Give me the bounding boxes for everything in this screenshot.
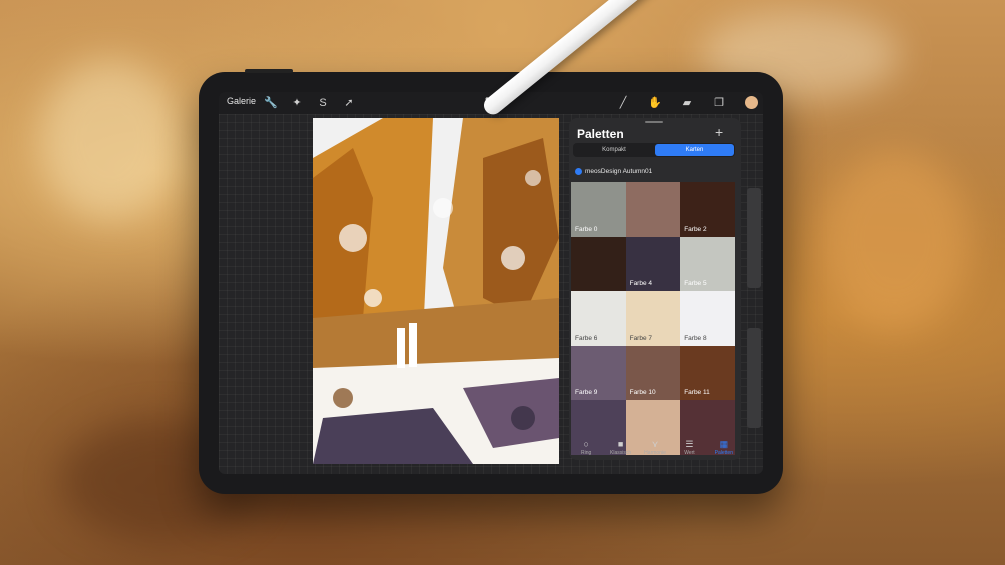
color-swatch[interactable]: [571, 236, 626, 292]
color-swatch[interactable]: Farbe 8: [680, 291, 735, 346]
color-swatch[interactable]: Farbe 5: [680, 236, 735, 292]
tab-wert[interactable]: ☰ Wert: [672, 438, 706, 460]
color-swatch[interactable]: Farbe 10: [625, 345, 681, 401]
brush-icon[interactable]: ╱: [615, 95, 631, 111]
background-blob: [40, 60, 180, 220]
color-swatch[interactable]: [625, 182, 681, 237]
view-mode-toggle: Kompakt Karten: [573, 143, 735, 157]
current-color-swatch[interactable]: [745, 96, 758, 109]
smudge-icon[interactable]: ✋: [647, 95, 663, 111]
swatch-label: Farbe 0: [575, 225, 598, 233]
magic-wand-icon[interactable]: ✦: [289, 95, 305, 111]
artwork-canvas[interactable]: [313, 118, 559, 464]
add-palette-button[interactable]: +: [715, 124, 723, 140]
swatch-label: Farbe 4: [629, 280, 652, 288]
tab-label: Wert: [684, 450, 695, 456]
swatch-grid: Farbe 0 Farbe 2 Farbe 4 Farbe 5 Farbe 6 Farbe…: [571, 182, 735, 455]
tab-ring[interactable]: ○ Ring: [569, 438, 603, 460]
autumn-forest-painting: [313, 118, 559, 464]
background-blob: [820, 150, 970, 330]
swatch-label: Farbe 9: [575, 389, 598, 397]
layers-icon[interactable]: ❐: [711, 95, 727, 111]
ring-icon: ○: [583, 439, 589, 449]
palettes-panel: Paletten + Kompakt Karten meosDesign Aut…: [569, 118, 741, 460]
color-mode-tabs: ○ Ring ■ Klassisch ⋎ Harmonie ☰ Wert ▦ Paletten: [569, 438, 741, 460]
color-swatch[interactable]: Farbe 7: [625, 291, 681, 346]
panel-grabber[interactable]: [645, 121, 663, 123]
tab-label: Ring: [581, 450, 592, 456]
palette-header[interactable]: meosDesign Autumn01: [575, 168, 652, 175]
side-sliders: [744, 188, 762, 428]
tab-label: Klassisch: [610, 450, 632, 456]
wrench-icon[interactable]: 🔧: [263, 95, 279, 111]
color-swatch[interactable]: Farbe 0: [571, 182, 626, 237]
view-mode-compact[interactable]: Kompakt: [574, 144, 654, 156]
color-swatch[interactable]: Farbe 9: [571, 345, 626, 401]
view-mode-cards[interactable]: Karten: [655, 144, 734, 156]
tab-label: Paletten: [714, 450, 733, 456]
paletten-icon: ▦: [719, 439, 729, 449]
palette-name: meosDesign Autumn01: [585, 168, 653, 175]
tab-harmonie[interactable]: ⋎ Harmonie: [638, 438, 672, 460]
harmonie-icon: ⋎: [651, 439, 659, 449]
swatch-label: Farbe 5: [684, 280, 707, 288]
color-swatch[interactable]: Farbe 2: [680, 182, 735, 237]
gallery-button[interactable]: Galerie: [227, 96, 256, 106]
tab-paletten[interactable]: ▦ Paletten: [707, 438, 741, 460]
opacity-slider[interactable]: [747, 328, 761, 428]
transform-icon[interactable]: ➚: [341, 95, 357, 111]
procreate-screen: Galerie 🔧 ✦ S ➚ ••• ╱ ✋ ▰ ❐: [219, 92, 763, 474]
swatch-label: Farbe 2: [684, 225, 707, 233]
brush-size-slider[interactable]: [747, 188, 761, 288]
swatch-label: Farbe 10: [629, 389, 656, 397]
swatch-label: Farbe 8: [684, 334, 707, 342]
color-swatch[interactable]: Farbe 11: [680, 345, 735, 401]
swatch-label: Farbe 6: [575, 334, 598, 342]
panel-title: Paletten: [577, 127, 624, 141]
wert-icon: ☰: [685, 439, 694, 449]
cards-label: Karten: [685, 147, 704, 153]
tab-label: Harmonie: [644, 450, 666, 456]
color-swatch[interactable]: Farbe 6: [571, 291, 626, 346]
selection-icon[interactable]: S: [315, 95, 331, 111]
klassisch-icon: ■: [617, 439, 624, 449]
color-swatch[interactable]: Farbe 4: [625, 236, 681, 292]
compact-label: Kompakt: [602, 147, 626, 153]
swatch-label: Farbe 11: [684, 389, 710, 397]
tab-klassisch[interactable]: ■ Klassisch: [603, 438, 637, 460]
default-palette-check-icon: [575, 168, 582, 175]
swatch-label: Farbe 7: [629, 334, 652, 342]
eraser-icon[interactable]: ▰: [679, 95, 695, 111]
